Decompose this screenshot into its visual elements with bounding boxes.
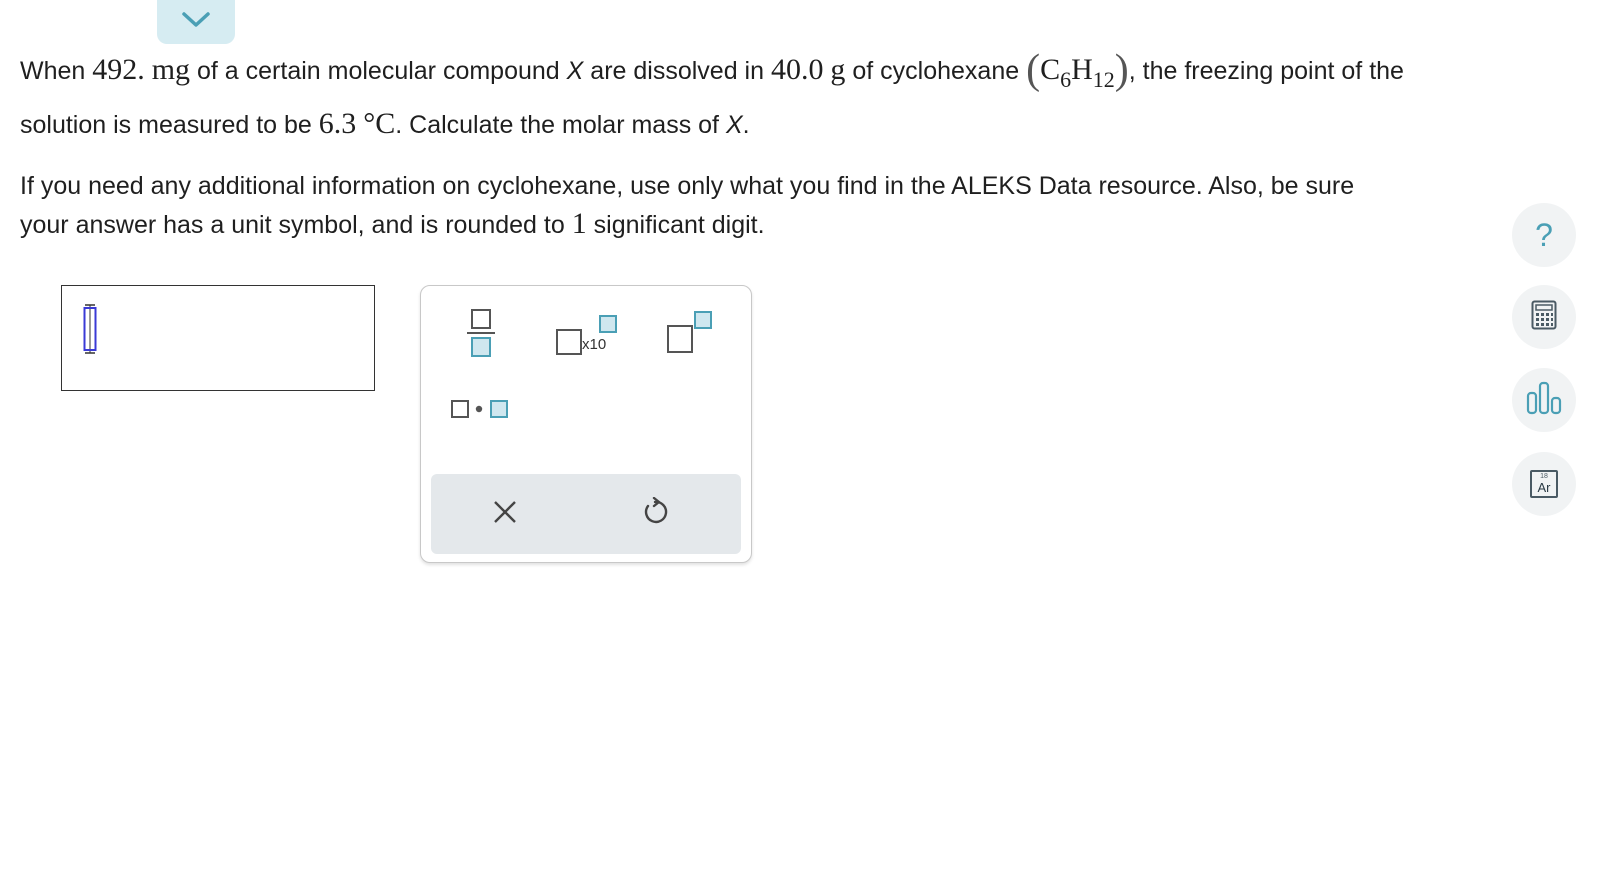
fraction-icon — [465, 308, 497, 363]
superscript-icon — [665, 310, 715, 361]
compound-variable: X — [725, 111, 743, 139]
solvent-mass: 40.0 — [770, 53, 824, 86]
periodic-symbol: Ar — [1537, 480, 1551, 495]
palette-action-bar — [431, 474, 741, 554]
collapse-toggle[interactable] — [157, 0, 235, 44]
fraction-button[interactable] — [459, 308, 503, 362]
bar-chart-icon — [1526, 381, 1562, 420]
chevron-down-icon — [181, 11, 211, 34]
instructions-line-2: your answer has a unit symbol, and is ro… — [20, 207, 765, 240]
solute-mass: 492. — [92, 53, 145, 86]
undo-icon — [640, 496, 670, 532]
freezing-point-unit: °C — [363, 107, 396, 140]
periodic-atomic-number: 18 — [1540, 473, 1548, 480]
superscript-button[interactable] — [663, 310, 717, 360]
significant-digits: 1 — [571, 207, 587, 240]
help-icon: ? — [1535, 216, 1553, 253]
compound-variable: X — [566, 57, 584, 85]
question-line-1: When 492. mg of a certain molecular comp… — [20, 47, 1404, 93]
periodic-table-button[interactable]: 18 Ar — [1512, 452, 1576, 516]
help-button[interactable]: ? — [1512, 203, 1576, 267]
answer-input[interactable] — [61, 285, 375, 391]
input-cursor-placeholder — [82, 304, 98, 354]
multiply-dot-icon — [448, 397, 512, 426]
instructions-line-1: If you need any additional information o… — [20, 172, 1355, 200]
scientific-notation-icon: x10 — [555, 314, 623, 358]
periodic-table-icon: 18 Ar — [1530, 470, 1558, 498]
data-resource-button[interactable] — [1512, 368, 1576, 432]
question-line-2: solution is measured to be 6.3 °C. Calcu… — [20, 107, 750, 140]
calculator-button[interactable] — [1512, 285, 1576, 349]
scientific-notation-button[interactable]: x10 — [553, 314, 625, 358]
solute-mass-unit: mg — [151, 53, 191, 86]
clear-button[interactable] — [481, 492, 529, 536]
freezing-point-value: 6.3 — [318, 107, 357, 140]
cyclohexane-formula: (C6H12) — [1026, 47, 1129, 93]
x10-label: x10 — [582, 336, 607, 353]
clear-icon — [492, 499, 518, 530]
multiply-dot-button[interactable] — [447, 396, 513, 426]
math-palette: x10 — [420, 285, 752, 563]
solvent-mass-unit: g — [830, 53, 846, 86]
undo-button[interactable] — [631, 492, 679, 536]
calculator-icon — [1531, 300, 1557, 335]
